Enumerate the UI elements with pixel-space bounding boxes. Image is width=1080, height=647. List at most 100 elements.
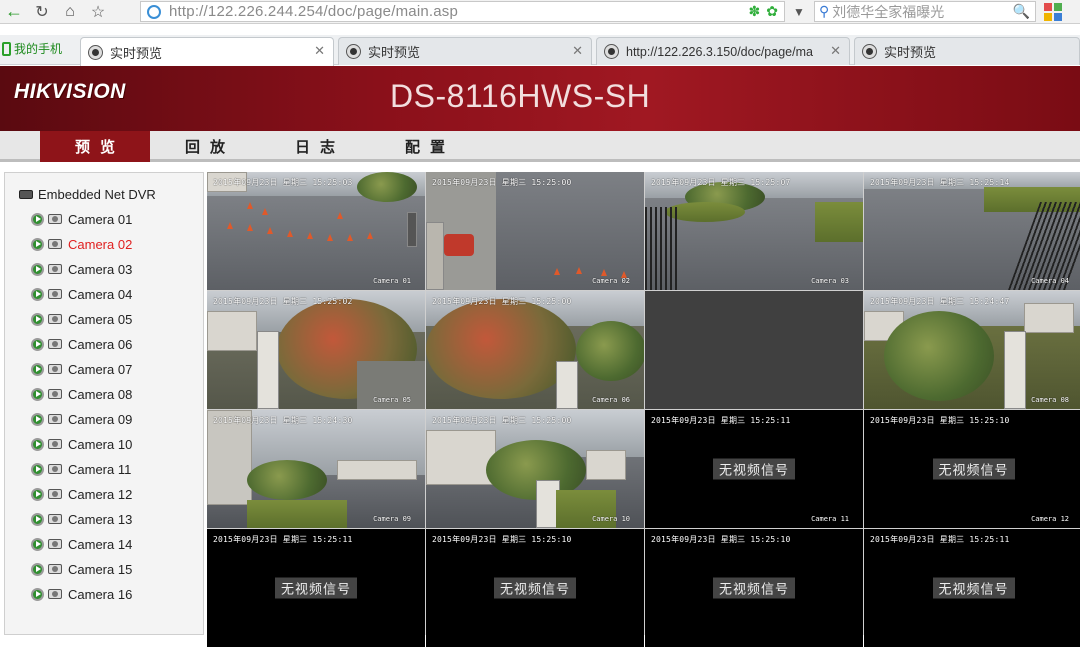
browser-tab-3[interactable]: http://122.226.3.150/doc/page/ma ✕ <box>596 37 850 65</box>
sidebar-camera-item[interactable]: Camera 13 <box>31 510 132 528</box>
address-bar[interactable]: http://122.226.244.254/doc/page/main.asp… <box>140 1 785 22</box>
sidebar-camera-item[interactable]: Camera 01 <box>31 210 132 228</box>
dvr-root[interactable]: Embedded Net DVR <box>19 187 156 202</box>
search-box[interactable]: ⚲ 刘德华全家福曝光 🔍 <box>814 1 1036 22</box>
video-cell[interactable]: 2015年09月23日 星期三 15:25:03 Camera 01 <box>207 172 425 290</box>
video-cell[interactable] <box>645 291 863 409</box>
sidebar-camera-item[interactable]: Camera 05 <box>31 310 132 328</box>
camera-favicon-icon <box>605 45 618 58</box>
sidebar-camera-item[interactable]: Camera 08 <box>31 385 132 403</box>
camera-label: Camera 05 <box>68 311 133 327</box>
close-icon[interactable]: ✕ <box>830 43 841 59</box>
chevron-down-icon[interactable]: ▼ <box>788 0 810 24</box>
video-feed <box>645 172 863 290</box>
camera-label: Camera 08 <box>68 386 133 402</box>
back-arrow-icon[interactable]: ← <box>0 0 28 24</box>
play-icon[interactable] <box>31 362 44 376</box>
osd-timestamp: 2015年09月23日 星期三 15:24:30 <box>213 416 353 425</box>
sidebar-camera-item[interactable]: Camera 03 <box>31 260 132 278</box>
video-cell[interactable]: 2015年09月23日 星期三 15:25:10 无视频信号 <box>645 529 863 647</box>
video-cell[interactable]: 2015年09月23日 星期三 15:25:10 无视频信号 Camera 12 <box>864 410 1080 528</box>
refresh-icon[interactable]: ↻ <box>28 0 56 24</box>
mobile-label: 我的手机 <box>14 42 63 56</box>
play-icon[interactable] <box>31 437 44 451</box>
nav-playback[interactable]: 回放 <box>150 131 260 162</box>
video-cell[interactable]: 2015年09月23日 星期三 15:25:00 Camera 02 <box>426 172 644 290</box>
play-icon[interactable] <box>31 537 44 551</box>
video-cell[interactable]: 2015年09月23日 星期三 15:24:47 Camera 08 <box>864 291 1080 409</box>
play-icon[interactable] <box>31 312 44 326</box>
mobile-link[interactable]: 我的手机 <box>2 40 62 57</box>
osd-timestamp: 2015年09月23日 星期三 15:25:14 <box>870 178 1010 187</box>
sidebar-camera-item[interactable]: Camera 15 <box>31 560 132 578</box>
play-icon[interactable] <box>31 487 44 501</box>
osd-timestamp: 2015年09月23日 星期三 15:25:02 <box>213 297 353 306</box>
play-icon[interactable] <box>31 387 44 401</box>
camera-icon <box>48 289 62 299</box>
camera-icon <box>48 314 62 324</box>
osd-timestamp: 2015年09月23日 星期三 15:25:00 <box>432 416 572 425</box>
nav-config[interactable]: 配置 <box>370 131 480 162</box>
search-button-icon[interactable]: 🔍 <box>1013 3 1030 20</box>
play-icon[interactable] <box>31 412 44 426</box>
close-icon[interactable]: ✕ <box>314 43 325 59</box>
video-cell[interactable]: 2015年09月23日 星期三 15:25:02 Camera 05 <box>207 291 425 409</box>
camera-label: Camera 03 <box>68 261 133 277</box>
play-icon[interactable] <box>31 212 44 226</box>
nav-log[interactable]: 日志 <box>260 131 370 162</box>
speed-indicators: ✽ ✿ <box>749 3 778 20</box>
browser-tab-4[interactable]: 实时预览 <box>854 37 1080 65</box>
sidebar-camera-item[interactable]: Camera 04 <box>31 285 132 303</box>
camera-osd-label: Camera 06 <box>592 396 630 404</box>
video-cell[interactable]: 2015年09月23日 星期三 15:25:11 无视频信号 <box>207 529 425 647</box>
play-icon[interactable] <box>31 562 44 576</box>
apps-grid-icon[interactable] <box>1044 3 1062 21</box>
play-icon[interactable] <box>31 287 44 301</box>
sidebar-camera-item[interactable]: Camera 11 <box>31 460 131 478</box>
main-nav: 预览 回放 日志 配置 <box>0 131 1080 162</box>
play-icon[interactable] <box>31 587 44 601</box>
camera-label: Camera 02 <box>68 236 133 252</box>
video-cell[interactable]: 2015年09月23日 星期三 15:25:14 Camera 04 <box>864 172 1080 290</box>
browser-tab-2[interactable]: 实时预览 ✕ <box>338 37 592 65</box>
play-icon[interactable] <box>31 262 44 276</box>
sidebar-camera-item[interactable]: Camera 02 <box>31 235 132 253</box>
video-cell[interactable]: 2015年09月23日 星期三 15:25:00 Camera 06 <box>426 291 644 409</box>
sidebar-camera-item[interactable]: Camera 10 <box>31 435 132 453</box>
sidebar-camera-item[interactable]: Camera 14 <box>31 535 132 553</box>
camera-icon <box>48 364 62 374</box>
camera-icon <box>48 339 62 349</box>
sidebar-camera-item[interactable]: Camera 12 <box>31 485 132 503</box>
camera-osd-label: Camera 12 <box>1031 515 1069 523</box>
app-header: HIKVISION DS-8116HWS-SH <box>0 66 1080 131</box>
camera-osd-label: Camera 08 <box>1031 396 1069 404</box>
video-feed <box>864 291 1080 409</box>
camera-osd-label: Camera 01 <box>373 277 411 285</box>
close-icon[interactable]: ✕ <box>572 43 583 59</box>
star-icon[interactable]: ☆ <box>84 0 112 24</box>
play-icon[interactable] <box>31 462 44 476</box>
osd-timestamp: 2015年09月23日 星期三 15:25:11 <box>213 535 353 544</box>
browser-tab-1[interactable]: 实时预览 ✕ <box>80 37 334 66</box>
camera-label: Camera 12 <box>68 486 133 502</box>
camera-label: Camera 07 <box>68 361 133 377</box>
video-cell[interactable]: 2015年09月23日 星期三 15:25:10 无视频信号 <box>426 529 644 647</box>
play-icon[interactable] <box>31 337 44 351</box>
home-icon[interactable]: ⌂ <box>56 0 84 24</box>
video-cell[interactable]: 2015年09月23日 星期三 15:25:00 Camera 10 <box>426 410 644 528</box>
nav-preview[interactable]: 预览 <box>40 131 150 162</box>
video-cell[interactable]: 2015年09月23日 星期三 15:24:30 Camera 09 <box>207 410 425 528</box>
video-cell[interactable]: 2015年09月23日 星期三 15:25:11 无视频信号 <box>864 529 1080 647</box>
sidebar-camera-item[interactable]: Camera 06 <box>31 335 132 353</box>
video-cell[interactable]: 2015年09月23日 星期三 15:25:11 无视频信号 Camera 11 <box>645 410 863 528</box>
camera-icon <box>48 464 62 474</box>
play-icon[interactable] <box>31 237 44 251</box>
video-cell[interactable]: 2015年09月23日 星期三 15:25:07 Camera 03 <box>645 172 863 290</box>
camera-icon <box>48 439 62 449</box>
sidebar-camera-item[interactable]: Camera 07 <box>31 360 132 378</box>
camera-label: Camera 09 <box>68 411 133 427</box>
play-icon[interactable] <box>31 512 44 526</box>
sidebar-camera-item[interactable]: Camera 16 <box>31 585 132 603</box>
sidebar-camera-item[interactable]: Camera 09 <box>31 410 132 428</box>
camera-label: Camera 06 <box>68 336 133 352</box>
